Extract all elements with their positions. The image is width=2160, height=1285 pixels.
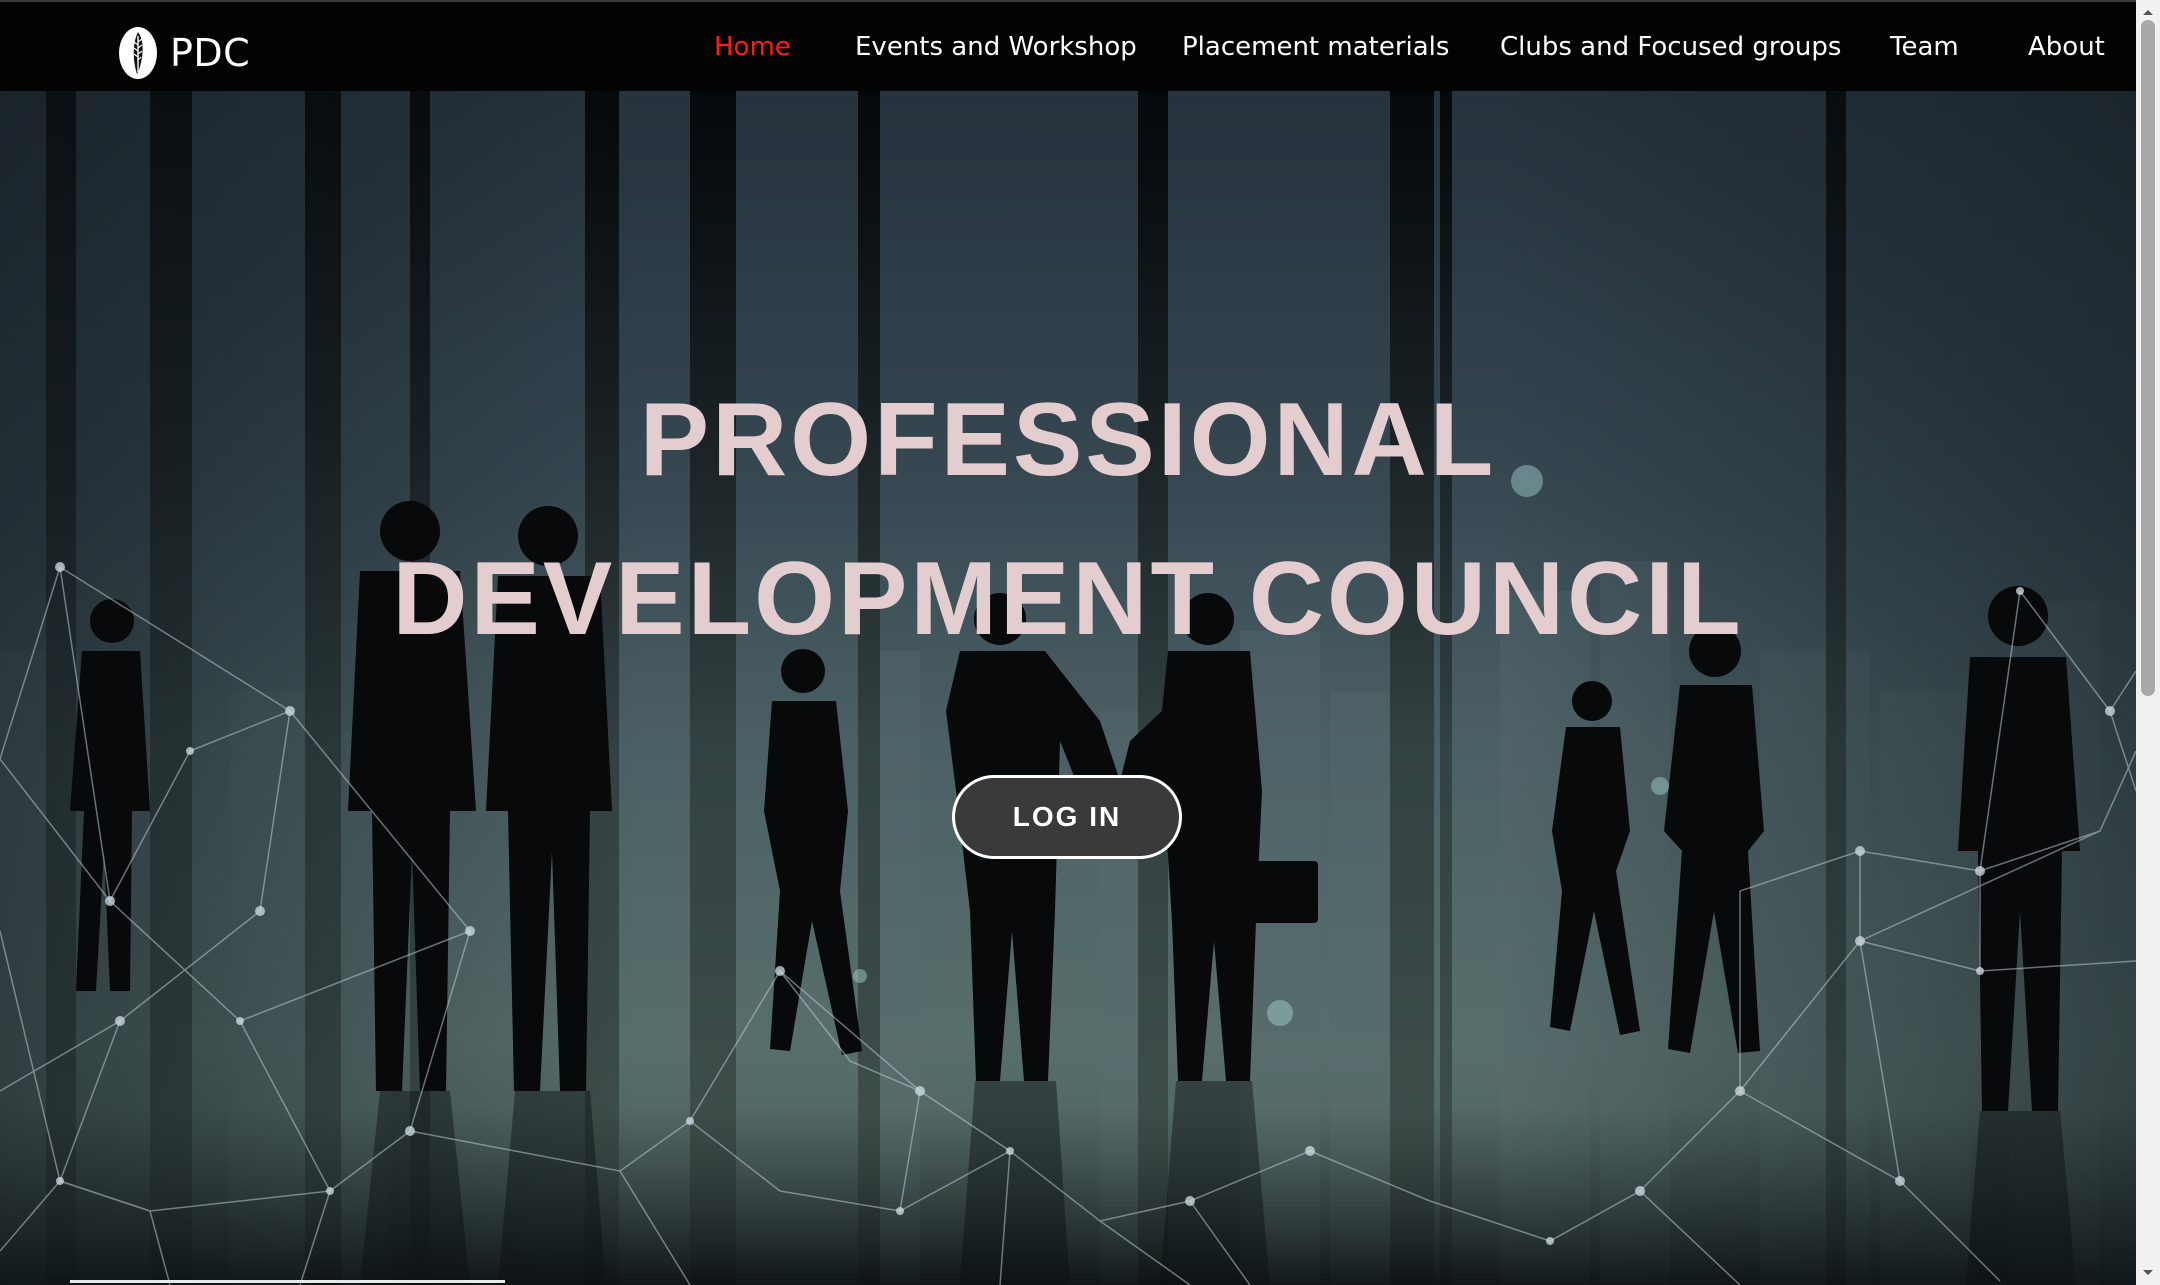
nav-team[interactable]: Team [1890, 32, 1959, 62]
nav-about[interactable]: About [2028, 32, 2105, 62]
hero-background-image [0, 91, 2136, 1285]
scroll-up-arrow-icon[interactable] [2136, 2, 2160, 22]
brand[interactable]: PDC [118, 26, 250, 80]
vertical-scrollbar[interactable] [2136, 0, 2160, 1285]
quill-feather-icon [118, 26, 158, 80]
scroll-down-arrow-icon[interactable] [2136, 1263, 2160, 1283]
login-button[interactable]: LOG IN [952, 775, 1182, 859]
brand-name: PDC [170, 31, 251, 75]
page: PDC Home Events and Workshop Placement m… [0, 0, 2160, 1285]
bottom-indicator-bar [70, 1280, 505, 1283]
hero-title-line-1: PROFESSIONAL [639, 382, 1497, 498]
nav-events-and-workshop[interactable]: Events and Workshop [855, 32, 1137, 62]
top-navbar: PDC Home Events and Workshop Placement m… [0, 0, 2136, 91]
nav-placement-materials[interactable]: Placement materials [1182, 32, 1449, 62]
hero-section: PROFESSIONAL DEVELOPMENT COUNCIL LOG IN [0, 91, 2136, 1285]
nav-clubs-and-focused-groups[interactable]: Clubs and Focused groups [1500, 32, 1841, 62]
nav-home[interactable]: Home [714, 32, 791, 62]
hero-title-line-2: DEVELOPMENT COUNCIL [392, 541, 1744, 657]
scrollbar-thumb[interactable] [2141, 20, 2155, 696]
